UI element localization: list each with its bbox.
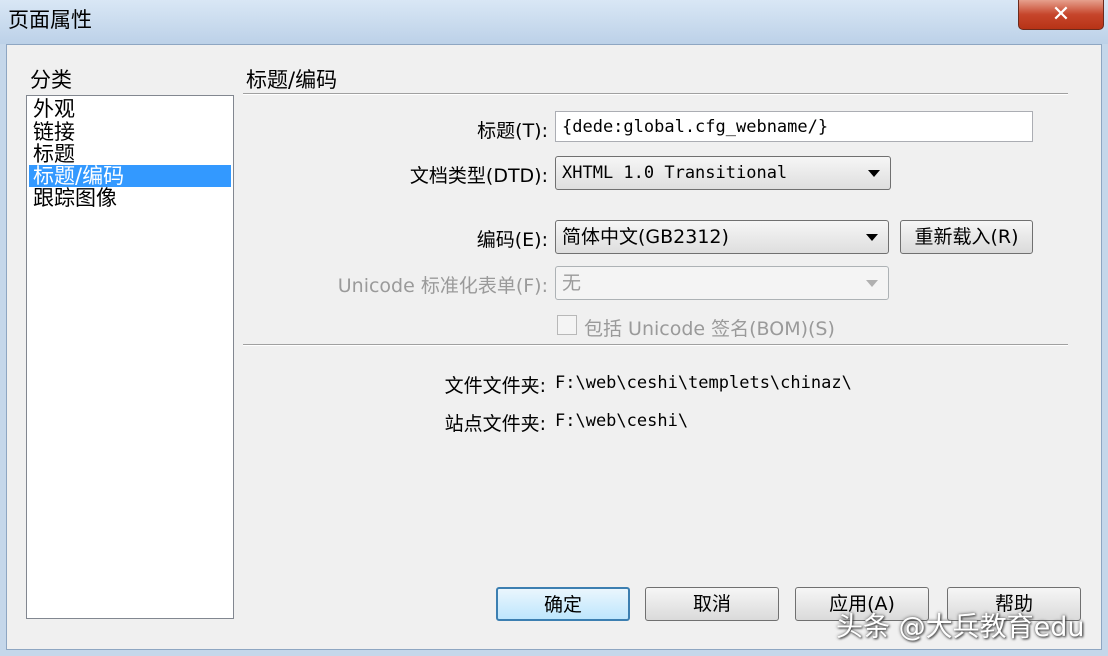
category-item-appearance[interactable]: 外观 <box>29 98 231 120</box>
encoding-select[interactable]: 简体中文(GB2312) <box>555 220 889 254</box>
window-title: 页面属性 <box>8 8 92 32</box>
file-folder-value: F:\web\ceshi\templets\chinaz\ <box>555 373 852 393</box>
unicode-norm-select[interactable]: 无 <box>555 266 889 300</box>
doctype-value: XHTML 1.0 Transitional <box>562 163 788 183</box>
unicode-norm-label: Unicode 标准化表单(F): <box>337 275 548 297</box>
category-item-links[interactable]: 链接 <box>29 121 231 143</box>
category-item-title-encoding[interactable]: 标题/编码 <box>29 165 231 187</box>
reload-button[interactable]: 重新载入(R) <box>900 220 1033 254</box>
site-folder-label: 站点文件夹: <box>444 413 546 435</box>
category-list[interactable]: 外观 链接 标题 标题/编码 跟踪图像 <box>26 95 234 619</box>
title-bar: 页面属性 ✕ <box>0 0 1108 44</box>
bom-checkbox[interactable] <box>557 315 577 335</box>
encoding-value: 简体中文(GB2312) <box>562 226 729 248</box>
watermark-text: 头条 @大兵教育edu <box>836 612 1085 643</box>
file-folder-label: 文件文件夹: <box>444 375 546 397</box>
section-divider-middle <box>243 344 1068 346</box>
doctype-label: 文档类型(DTD): <box>409 165 548 187</box>
close-icon: ✕ <box>1051 1 1071 27</box>
encoding-label: 编码(E): <box>476 229 548 251</box>
doctype-select[interactable]: XHTML 1.0 Transitional <box>555 156 891 190</box>
ok-button[interactable]: 确定 <box>496 587 630 621</box>
category-item-headings[interactable]: 标题 <box>29 143 231 165</box>
title-input[interactable] <box>555 111 1033 142</box>
site-folder-value: F:\web\ceshi\ <box>555 411 689 431</box>
bom-label: 包括 Unicode 签名(BOM)(S) <box>584 318 835 340</box>
cancel-button[interactable]: 取消 <box>645 587 779 621</box>
category-label: 分类 <box>30 68 72 92</box>
chevron-down-icon <box>866 280 878 287</box>
close-button[interactable]: ✕ <box>1018 0 1104 30</box>
section-title: 标题/编码 <box>246 68 338 92</box>
chevron-down-icon <box>868 170 880 177</box>
chevron-down-icon <box>866 234 878 241</box>
category-item-tracing-image[interactable]: 跟踪图像 <box>29 187 231 209</box>
unicode-norm-value: 无 <box>562 272 582 294</box>
section-divider-top <box>243 93 1068 95</box>
title-field-label: 标题(T): <box>477 120 548 142</box>
